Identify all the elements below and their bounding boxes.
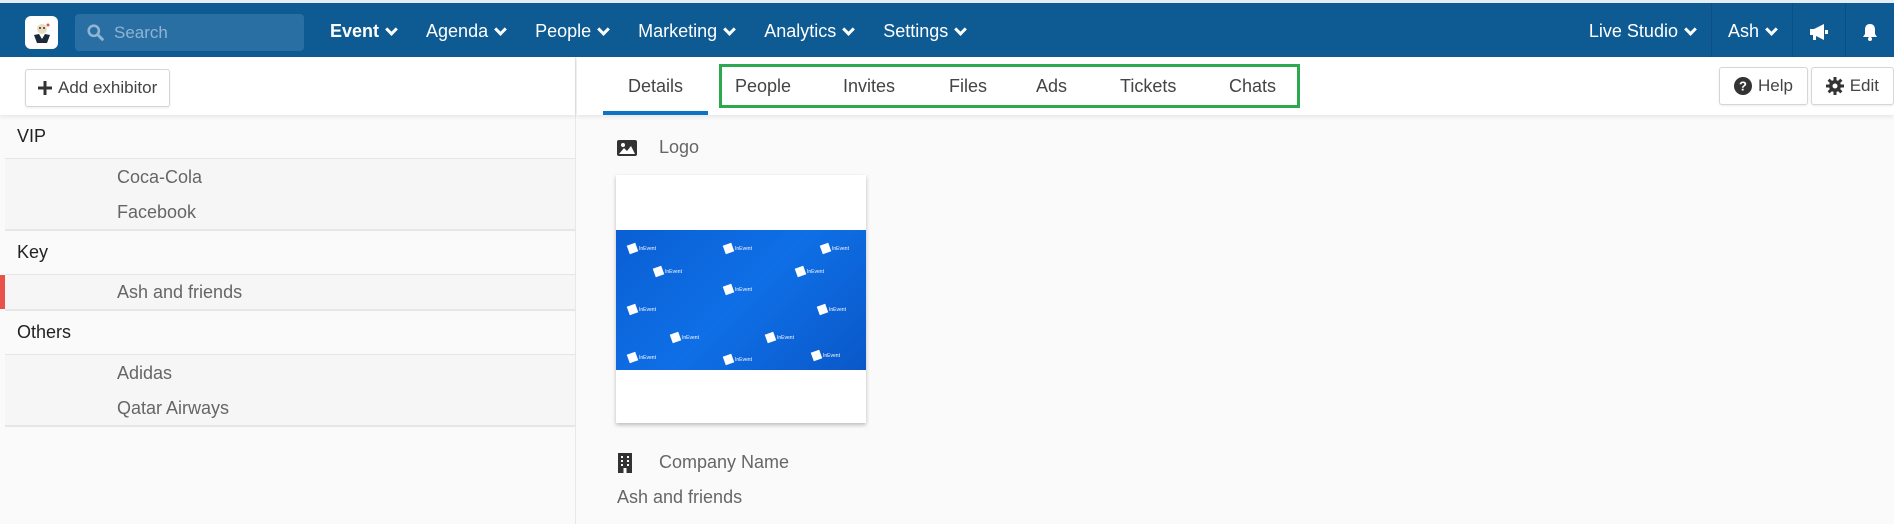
company-name-field-label: Company Name [617,452,789,473]
edit-button[interactable]: Edit [1810,67,1894,105]
list-item-selected[interactable]: Ash and friends [0,275,575,311]
company-name-label: Company Name [659,452,790,472]
plus-icon [38,81,52,95]
search-placeholder: Search [114,22,168,42]
image-icon [617,139,637,156]
chevron-down-icon [597,22,611,36]
chevron-down-icon [385,22,398,36]
tabs-highlight-box [719,64,1300,108]
list-item[interactable]: Facebook [5,195,575,231]
nav-label: Agenda [426,21,489,41]
edit-label: Edit [1849,76,1879,95]
logo-label: Logo [659,137,700,157]
group-header-vip: VIP [5,115,575,159]
top-navbar: Search Event Agenda People Marketing Ana… [0,0,1894,60]
bell-icon [1863,23,1877,41]
notifications-button[interactable] [1845,3,1894,60]
tab-bar: Details People Invites Files Ads Tickets… [577,57,1894,115]
exhibitor-detail: Details People Invites Files Ads Tickets… [577,57,1894,524]
chevron-down-icon [1684,22,1697,36]
building-icon [618,452,632,473]
search-input[interactable]: Search [75,14,304,51]
nav-agenda[interactable]: Agenda [426,21,507,42]
group-header-others: Others [5,311,575,355]
live-studio-menu[interactable]: Live Studio [1573,3,1711,60]
mascot-icon [33,23,50,43]
app-logo[interactable] [25,16,58,49]
gear-icon [1825,77,1844,95]
list-item[interactable]: Qatar Airways [5,391,575,427]
nav-settings[interactable]: Settings [883,21,968,42]
list-item[interactable]: Adidas [5,355,575,391]
exhibitor-list-panel: Add exhibitor VIP Coca-Cola Facebook Key… [0,57,576,524]
nav-label: People [535,21,592,41]
nav-label: Analytics [764,21,837,41]
add-exhibitor-button[interactable]: Add exhibitor [25,69,171,107]
chevron-down-icon [842,22,856,36]
main-nav: Event Agenda People Marketing Analytics … [330,3,995,60]
logo-field-label: Logo [617,137,699,158]
help-button[interactable]: ? Help [1719,67,1808,105]
add-exhibitor-label: Add exhibitor [58,78,158,97]
chevron-down-icon [954,22,968,36]
nav-people[interactable]: People [535,21,611,42]
user-name: Ash [1727,21,1759,41]
help-label: Help [1758,76,1793,95]
question-circle-icon: ? [1734,77,1753,95]
announcements-button[interactable] [1792,3,1845,60]
right-nav: Live Studio Ash [1573,3,1894,60]
nav-analytics[interactable]: Analytics [764,21,856,42]
tab-details[interactable]: Details [602,57,709,115]
nav-event[interactable]: Event [330,21,398,42]
search-icon [87,24,104,41]
logo-banner: InEvent InEvent InEvent InEvent InEvent … [616,230,866,370]
nav-label: Event [330,21,380,41]
chevron-down-icon [723,22,737,36]
nav-label: Settings [883,21,949,41]
user-menu[interactable]: Ash [1710,3,1792,60]
group-header-key: Key [5,231,575,275]
live-studio-label: Live Studio [1588,21,1678,41]
nav-marketing[interactable]: Marketing [638,21,737,42]
logo-image[interactable]: InEvent InEvent InEvent InEvent InEvent … [616,175,866,423]
nav-label: Marketing [638,21,718,41]
company-name-value: Ash and friends [617,487,743,507]
chevron-down-icon [494,22,507,36]
svg-text:?: ? [1739,79,1747,94]
bullhorn-icon [1810,23,1828,40]
chevron-down-icon [1765,22,1778,36]
list-item[interactable]: Coca-Cola [5,159,575,195]
left-toolbar: Add exhibitor [0,57,575,115]
